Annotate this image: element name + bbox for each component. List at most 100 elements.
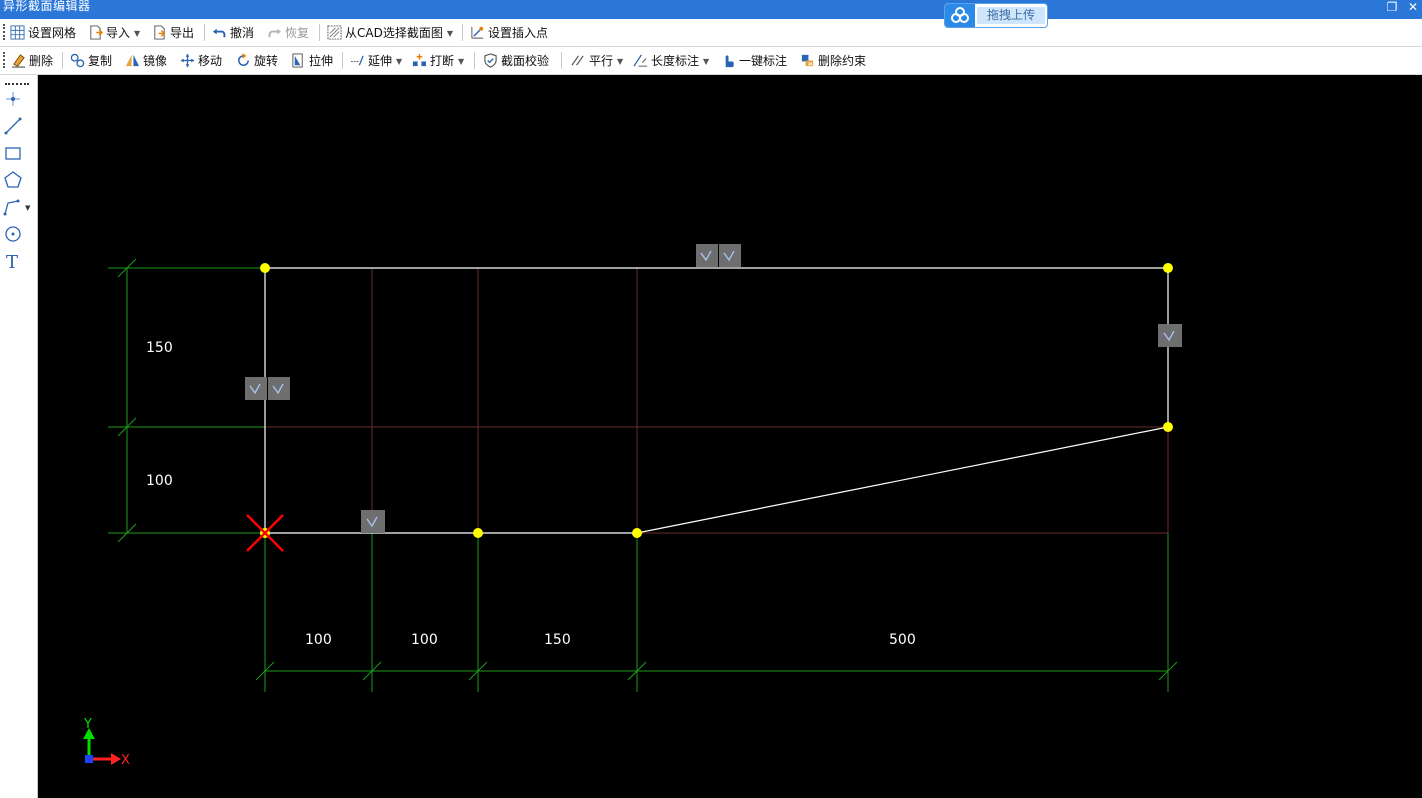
set-insert-point-button[interactable]: 设置插入点 (470, 24, 548, 42)
redo-icon (268, 28, 282, 38)
window-title: 异形截面编辑器 (3, 0, 91, 13)
break-icon (412, 53, 427, 67)
section-drawing: Y X (83, 244, 1182, 768)
constraint-badge[interactable] (696, 244, 741, 267)
chevron-down-icon[interactable]: ▼ (447, 29, 453, 38)
close-icon[interactable]: ✕ (1404, 0, 1422, 18)
toolbar-separator (342, 52, 343, 69)
stretch-button[interactable]: 拉伸 (291, 52, 333, 70)
restore-icon[interactable]: ❐ (1383, 0, 1401, 18)
text-icon[interactable]: T (3, 251, 23, 271)
set-grid-button[interactable]: 设置网格 (10, 24, 76, 42)
vertex-point[interactable] (260, 263, 270, 273)
stretch-icon (292, 53, 303, 68)
export-button[interactable]: 导出 (152, 24, 194, 42)
y-axis-label: Y (83, 717, 92, 732)
chevron-down-icon[interactable]: ▼ (458, 57, 464, 66)
shield-check-icon (484, 53, 497, 68)
toolbar-grip[interactable] (3, 52, 7, 68)
undo-icon (212, 28, 226, 38)
title-bar: 异形截面编辑器 ❐ ✕ (0, 0, 1422, 19)
chevron-down-icon[interactable]: ▼ (396, 57, 402, 66)
cad-select-icon (327, 25, 342, 40)
import-button[interactable]: 导入 ▼ (88, 24, 140, 42)
toolbar-grip[interactable] (5, 83, 29, 87)
constraint-badge[interactable] (245, 377, 290, 400)
undo-button[interactable]: 撤消 (212, 24, 254, 42)
axis-origin (85, 755, 93, 763)
outline-edge-slope[interactable] (636, 426, 1169, 534)
grid-lines (265, 268, 1169, 534)
drawing-canvas[interactable]: Y X 150 100 100 100 150 500 (38, 75, 1422, 798)
copy-button[interactable]: 复制 (70, 52, 112, 70)
dimension-label[interactable]: 150 (146, 340, 173, 356)
cad-select-button[interactable]: 从CAD选择截面图 ▼ (327, 24, 453, 42)
extend-button[interactable]: 延伸 ▼ (350, 52, 402, 70)
upload-widget[interactable]: 拖拽上传 (944, 3, 1048, 28)
rotate-button[interactable]: 旋转 (236, 52, 278, 70)
constraint-badge[interactable] (361, 510, 385, 533)
vertices (260, 263, 1173, 538)
vertex-point[interactable] (1163, 422, 1173, 432)
chevron-down-icon[interactable]: ▼ (617, 57, 623, 66)
main-toolbar: 设置网格 导入 ▼ 导出 撤消 恢复 从CAD选择截面图 ▼ 设置插入点 (0, 19, 1422, 47)
toolbar-separator (62, 52, 63, 69)
dimension-lines (108, 258, 1178, 692)
polyline-icon[interactable] (3, 197, 23, 217)
text-tool-glyph: T (6, 252, 18, 271)
length-dimension-button[interactable]: 长度标注 ▼ (633, 52, 709, 70)
chevron-down-icon[interactable]: ▼ (134, 29, 140, 38)
constraint-badges (245, 244, 1182, 533)
toolbar-separator (561, 52, 562, 69)
edit-toolbar: 删除 复制 镜像 移动 旋转 拉伸 延伸 ▼ 打断 ▼ 截面校验 平行 ▼ 长度标注 ▼… (0, 47, 1422, 75)
baidu-cloud-icon (945, 4, 975, 27)
extend-icon (350, 55, 364, 66)
constraint-badge[interactable] (1158, 324, 1182, 347)
delete-button[interactable]: 删除 (11, 52, 53, 70)
delete-constraint-button[interactable]: 删除约束 (800, 52, 866, 70)
dimension-label[interactable]: 100 (411, 632, 438, 648)
dimension-label[interactable]: 100 (305, 632, 332, 648)
dimension-label[interactable]: 150 (544, 632, 571, 648)
dimension-label[interactable]: 500 (889, 632, 916, 648)
circle-icon[interactable] (3, 224, 23, 244)
chevron-down-icon[interactable]: ▼ (25, 204, 30, 212)
mirror-icon (125, 54, 140, 67)
import-icon (90, 25, 103, 40)
vertex-point[interactable] (1163, 263, 1173, 273)
rectangle-icon[interactable] (3, 143, 23, 163)
point-icon[interactable] (3, 89, 23, 109)
rotate-icon (238, 53, 249, 66)
move-icon (180, 53, 195, 68)
x-axis-label: X (121, 753, 130, 768)
copy-icon (70, 53, 85, 68)
export-icon (154, 25, 166, 40)
length-dim-icon (633, 54, 648, 67)
dimension-label[interactable]: 100 (146, 473, 173, 489)
chevron-down-icon[interactable]: ▼ (703, 57, 709, 66)
drag-upload-label: 拖拽上传 (977, 7, 1045, 24)
one-click-dimension-button[interactable]: 一键标注 (721, 52, 787, 70)
drawing-tools-panel: ▼ T (0, 75, 38, 798)
hand-dim-icon (725, 55, 734, 68)
redo-button[interactable]: 恢复 (267, 24, 309, 42)
line-icon[interactable] (3, 116, 23, 136)
polygon-icon[interactable] (3, 170, 23, 190)
parallel-button[interactable]: 平行 ▼ (571, 52, 623, 70)
eraser-icon (11, 54, 26, 68)
toolbar-separator (462, 24, 463, 41)
move-button[interactable]: 移动 (180, 52, 222, 70)
insert-point-icon (471, 26, 484, 39)
vertex-point[interactable] (473, 528, 483, 538)
axis-indicator: Y X (83, 717, 130, 768)
parallel-icon (571, 55, 584, 66)
delete-constraint-icon (801, 54, 814, 67)
section-check-button[interactable]: 截面校验 (483, 52, 549, 70)
toolbar-separator (474, 52, 475, 69)
vertex-point[interactable] (632, 528, 642, 538)
section-outline (264, 267, 1169, 534)
mirror-button[interactable]: 镜像 (125, 52, 167, 70)
toolbar-grip[interactable] (3, 24, 7, 40)
break-button[interactable]: 打断 ▼ (412, 52, 464, 70)
toolbar-separator (319, 24, 320, 41)
